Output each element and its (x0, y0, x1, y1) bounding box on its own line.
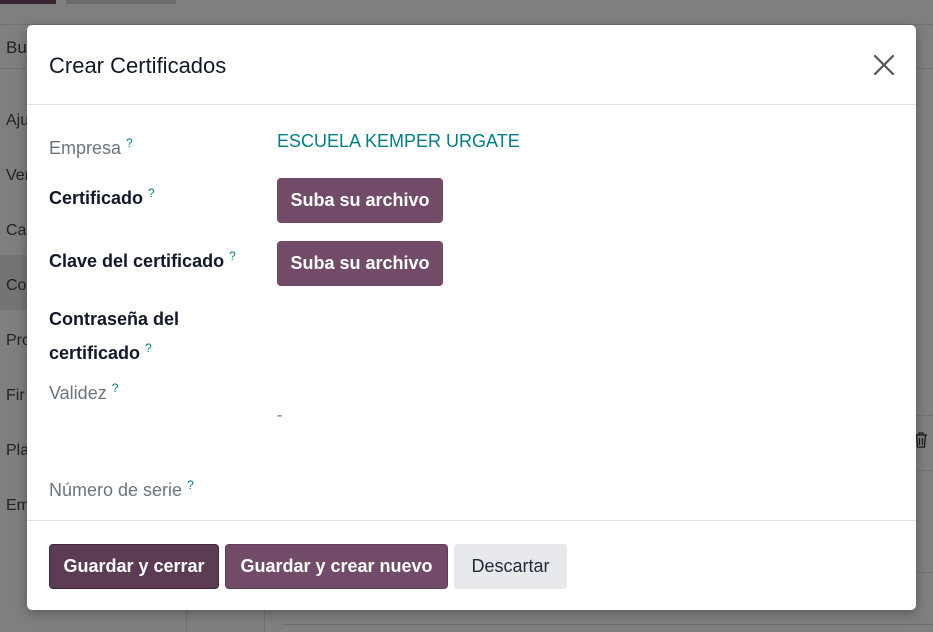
empresa-label: Empresa? (49, 129, 133, 163)
certificado-label: Certificado? (49, 179, 155, 213)
numero-serie-label-text: Número de serie (49, 480, 183, 500)
clave-upload-button[interactable]: Suba su archivo (277, 241, 443, 286)
dialog-title: Crear Certificados (49, 53, 227, 78)
validez-help-icon[interactable]: ? (112, 381, 119, 395)
clave-help-icon[interactable]: ? (229, 249, 236, 263)
contrasena-label-line2: certificado (49, 343, 141, 363)
empresa-label-text: Empresa (49, 138, 122, 158)
close-button[interactable] (871, 52, 897, 78)
validez-label-text: Validez (49, 383, 107, 403)
dialog-footer: Guardar y cerrar Guardar y crear nuevo D… (27, 520, 916, 611)
clave-label: Clave del certificado? (49, 242, 236, 276)
discard-button[interactable]: Descartar (454, 544, 567, 589)
close-icon (873, 54, 895, 76)
validez-label: Validez? (49, 374, 118, 408)
validez-value: - (277, 407, 283, 424)
dialog-header: Crear Certificados (27, 25, 916, 105)
numero-serie-help-icon[interactable]: ? (187, 478, 194, 492)
certificado-label-text: Certificado (49, 188, 144, 208)
save-new-button[interactable]: Guardar y crear nuevo (225, 544, 448, 589)
empresa-help-icon[interactable]: ? (126, 136, 133, 150)
certificado-upload-button[interactable]: Suba su archivo (277, 178, 443, 223)
numero-serie-label: Número de serie? (49, 471, 194, 505)
save-close-button[interactable]: Guardar y cerrar (49, 544, 219, 589)
contrasena-help-icon[interactable]: ? (145, 341, 152, 355)
contrasena-label: Contraseña del certificado? (49, 305, 179, 368)
empresa-value-link[interactable]: ESCUELA KEMPER URGATE (277, 131, 520, 152)
certificado-help-icon[interactable]: ? (148, 186, 155, 200)
create-certificate-dialog: Crear Certificados Empresa? ESCUELA KEMP… (27, 25, 916, 610)
contrasena-label-line1: Contraseña del (49, 309, 180, 329)
clave-label-text: Clave del certificado (49, 251, 225, 271)
